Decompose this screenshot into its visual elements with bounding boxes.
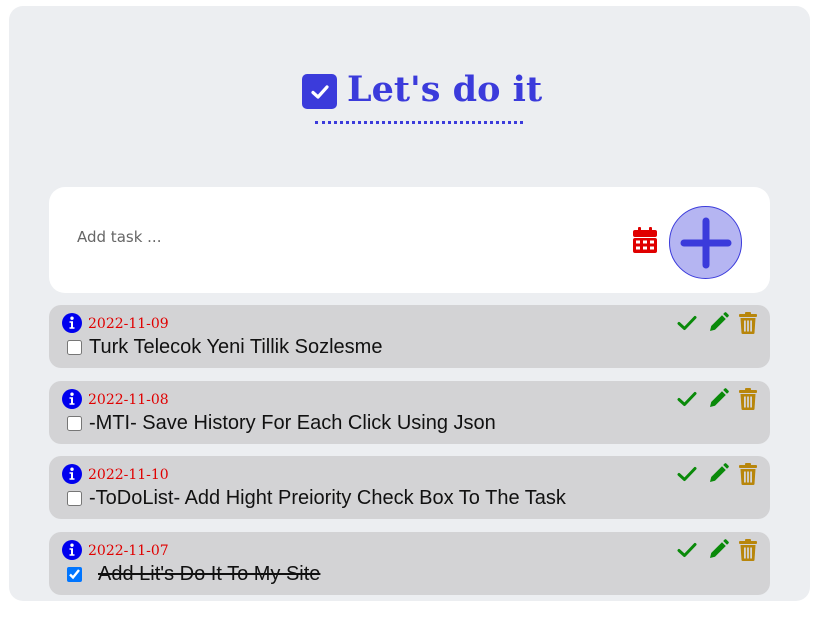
trash-icon[interactable] bbox=[739, 312, 757, 334]
add-task-input[interactable] bbox=[77, 226, 597, 248]
complete-check-icon[interactable] bbox=[676, 463, 698, 485]
info-icon[interactable] bbox=[62, 389, 82, 409]
edit-pencil-icon[interactable] bbox=[707, 312, 729, 334]
app-header: Let's do it bbox=[302, 69, 542, 129]
complete-check-icon[interactable] bbox=[676, 539, 698, 561]
task-date: 2022-11-07 bbox=[88, 543, 169, 559]
info-icon[interactable] bbox=[62, 540, 82, 560]
task-date: 2022-11-08 bbox=[88, 392, 169, 408]
page-title: Let's do it bbox=[347, 69, 543, 110]
checkbox-logo-icon bbox=[302, 74, 337, 109]
task-date: 2022-11-10 bbox=[88, 467, 169, 483]
edit-pencil-icon[interactable] bbox=[707, 463, 729, 485]
edit-pencil-icon[interactable] bbox=[707, 388, 729, 410]
task-title: Turk Telecok Yeni Tillik Sozlesme bbox=[89, 336, 383, 358]
title-underline bbox=[315, 121, 523, 124]
task-title: Add Lit's Do It To My Site bbox=[98, 563, 321, 585]
task-title: -ToDoList- Add Hight Preiority Check Box… bbox=[89, 487, 566, 509]
add-task-button[interactable] bbox=[669, 206, 742, 279]
info-icon[interactable] bbox=[62, 313, 82, 333]
trash-icon[interactable] bbox=[739, 539, 757, 561]
task-item: 2022-11-09 Turk Telecok Yeni Tillik Sozl… bbox=[49, 305, 770, 368]
info-icon[interactable] bbox=[62, 464, 82, 484]
task-checkbox[interactable] bbox=[67, 567, 82, 582]
task-title: -MTI- Save History For Each Click Using … bbox=[89, 412, 496, 434]
new-task-card bbox=[49, 187, 770, 293]
task-item: 2022-11-08 -MTI- Save History For Each C… bbox=[49, 381, 770, 444]
app-container: Let's do it Add task ... 2022-11-09 Turk… bbox=[9, 6, 810, 601]
task-date: 2022-11-09 bbox=[88, 316, 169, 332]
task-checkbox[interactable] bbox=[67, 491, 82, 506]
trash-icon[interactable] bbox=[739, 388, 757, 410]
trash-icon[interactable] bbox=[739, 463, 757, 485]
plus-icon bbox=[680, 217, 731, 268]
task-checkbox[interactable] bbox=[67, 340, 82, 355]
complete-check-icon[interactable] bbox=[676, 312, 698, 334]
edit-pencil-icon[interactable] bbox=[707, 539, 729, 561]
task-checkbox[interactable] bbox=[67, 416, 82, 431]
calendar-icon[interactable] bbox=[633, 227, 657, 253]
task-item: 2022-11-07 Add Lit's Do It To My Site bbox=[49, 532, 770, 595]
complete-check-icon[interactable] bbox=[676, 388, 698, 410]
task-item: 2022-11-10 -ToDoList- Add Hight Preiorit… bbox=[49, 456, 770, 519]
